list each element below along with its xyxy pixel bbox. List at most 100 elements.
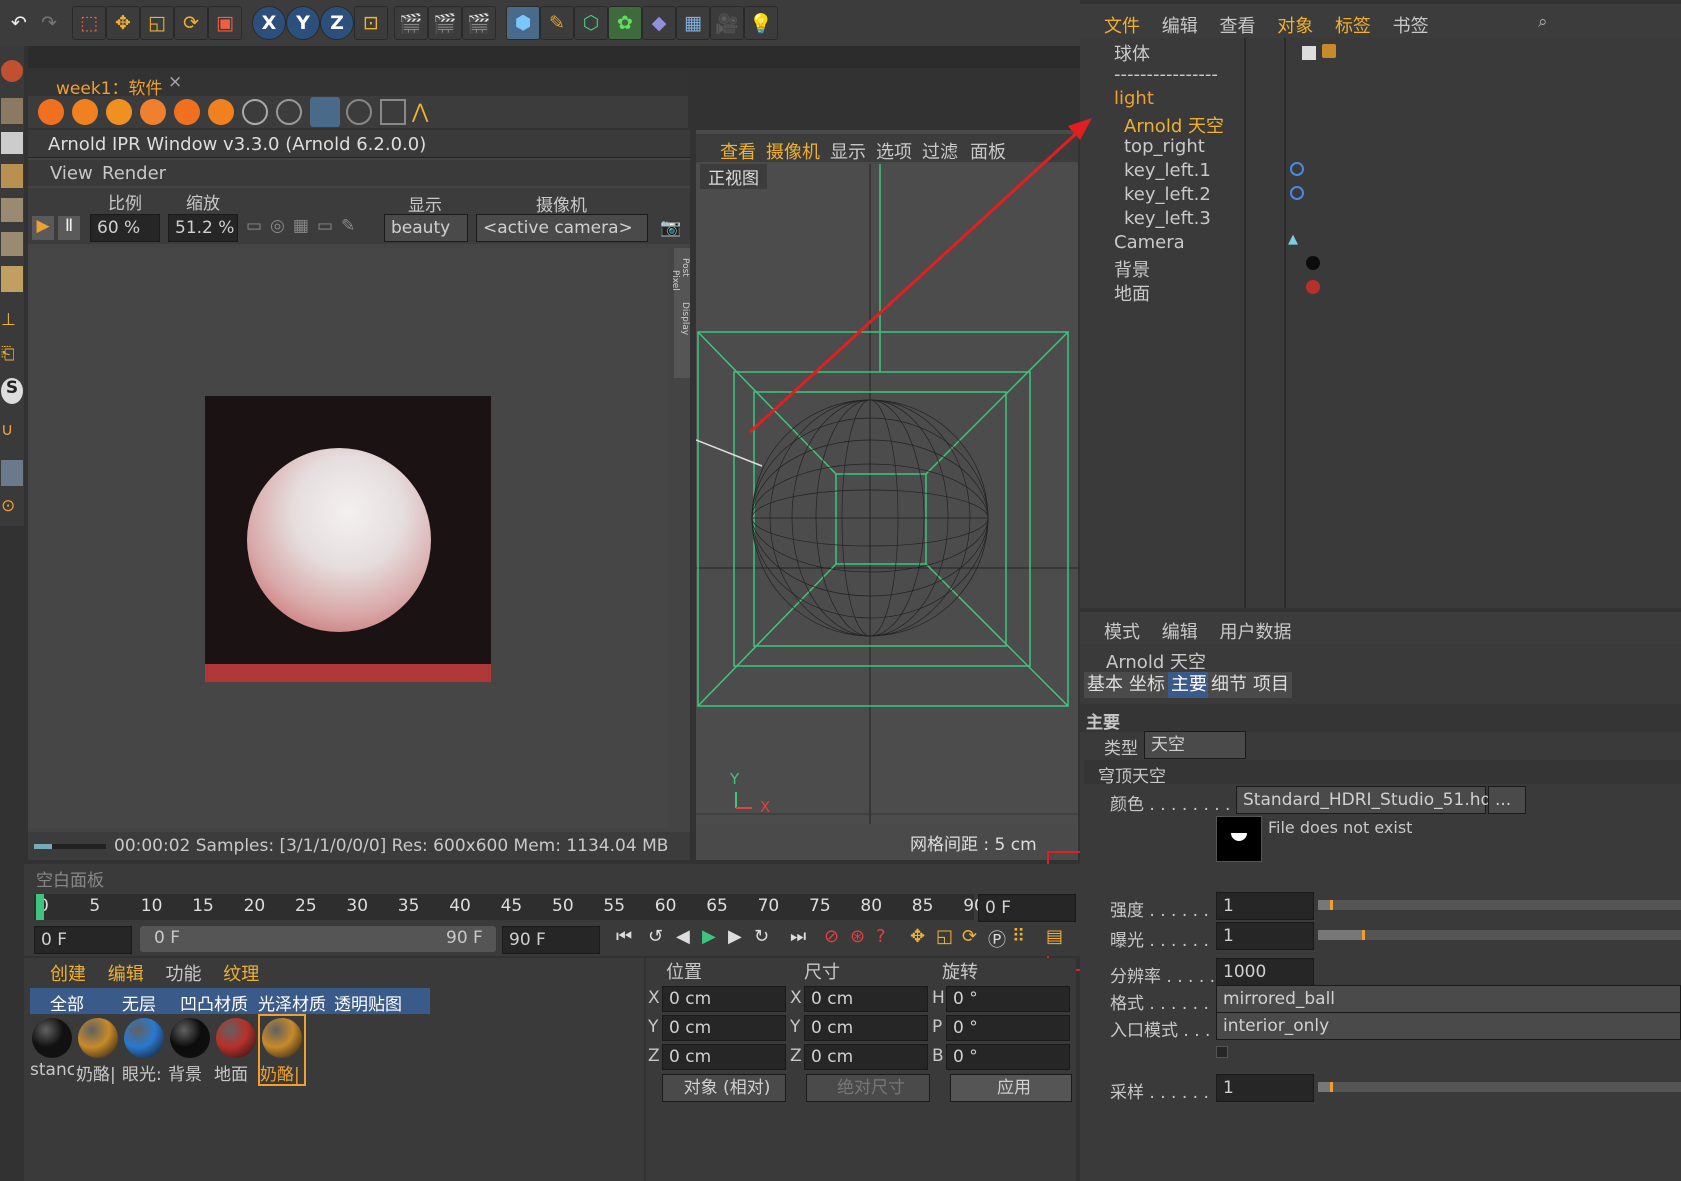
- type-select[interactable]: 天空: [1144, 731, 1246, 759]
- list-item[interactable]: ----------------: [1080, 64, 1580, 89]
- coord-field[interactable]: 0 cm: [804, 986, 928, 1012]
- timeline-window-icon[interactable]: ▤: [1046, 926, 1063, 947]
- subsection-title[interactable]: 穹顶天空: [1098, 762, 1166, 787]
- wire-icon[interactable]: [242, 99, 268, 125]
- sphere-flat-icon[interactable]: [174, 99, 200, 125]
- tweak-icon[interactable]: ⎗: [1, 344, 23, 370]
- sphere-lines-icon[interactable]: [140, 99, 166, 125]
- om-menu-tags[interactable]: 标签: [1335, 16, 1371, 37]
- param-key-icon[interactable]: Ⓟ: [988, 926, 1006, 952]
- coord-field[interactable]: 0 °: [946, 1015, 1070, 1041]
- coord-field[interactable]: 0 cm: [662, 1015, 786, 1041]
- scale-field[interactable]: 60 %: [90, 214, 160, 242]
- play-icon[interactable]: ▶: [702, 926, 716, 947]
- attr-menu-edit[interactable]: 编辑: [1162, 622, 1198, 643]
- side-tab-pixel[interactable]: Pixel: [670, 270, 680, 291]
- playhead[interactable]: [36, 894, 44, 920]
- material-swatch[interactable]: 奶酪|: [258, 1014, 306, 1086]
- sphere-gouraud-icon[interactable]: [106, 99, 132, 125]
- filter-bump[interactable]: 凹凸材质: [180, 990, 248, 1015]
- move-icon[interactable]: ✥: [106, 6, 140, 40]
- isoparm-icon[interactable]: [276, 99, 302, 125]
- viewport-menu-display[interactable]: 显示: [830, 138, 866, 164]
- coord-field[interactable]: 0 cm: [662, 1044, 786, 1070]
- render-picture-icon[interactable]: 🎬: [428, 6, 462, 40]
- box-wire-icon[interactable]: [310, 97, 340, 127]
- snap-icon[interactable]: S: [1, 378, 23, 404]
- om-menu-object[interactable]: 对象: [1277, 16, 1313, 37]
- browse-button[interactable]: ...: [1488, 786, 1526, 814]
- z-axis-button[interactable]: Z: [320, 6, 354, 40]
- list-item[interactable]: key_left.3: [1080, 208, 1580, 233]
- sphere-shaded-icon[interactable]: [38, 99, 64, 125]
- material-swatch[interactable]: 地面: [214, 1016, 258, 1085]
- points-mode-icon[interactable]: ⋀: [412, 99, 438, 125]
- select-icon[interactable]: ⬚: [72, 6, 106, 40]
- portal-select[interactable]: interior_only: [1216, 1012, 1681, 1040]
- om-menu-file[interactable]: 文件: [1104, 16, 1140, 37]
- render-settings-icon[interactable]: 🎬: [462, 6, 496, 40]
- samples-slider[interactable]: [1318, 1082, 1681, 1092]
- mat-menu-create[interactable]: 创建: [50, 964, 86, 985]
- coord-field[interactable]: 0 cm: [804, 1044, 928, 1070]
- start-frame-field[interactable]: 0 F: [34, 926, 132, 954]
- skeleton-icon[interactable]: [346, 99, 372, 125]
- workplane-icon[interactable]: [1, 460, 23, 486]
- record-icon[interactable]: ⊘: [824, 926, 839, 947]
- tab-main[interactable]: 主要: [1168, 672, 1210, 698]
- filter-gloss[interactable]: 光泽材质: [258, 990, 326, 1015]
- display-icons[interactable]: ▭◎▦▭✎: [246, 216, 374, 240]
- cloner-icon[interactable]: ✿: [608, 6, 642, 40]
- display-select[interactable]: beauty: [384, 214, 468, 242]
- subdivide-icon[interactable]: ⬡: [574, 6, 608, 40]
- size-mode-select[interactable]: 绝对尺寸: [806, 1074, 930, 1102]
- camera-icon[interactable]: 🎥: [710, 6, 744, 40]
- close-icon[interactable]: ×: [168, 72, 182, 92]
- redo-icon[interactable]: ↷: [32, 6, 66, 40]
- magnet-icon[interactable]: ∪: [1, 420, 23, 446]
- viewport-menu-camera[interactable]: 摄像机: [766, 138, 820, 164]
- render-view-icon[interactable]: 🎬: [394, 6, 428, 40]
- go-end-icon[interactable]: ⏭: [790, 926, 806, 947]
- light-icon[interactable]: 💡: [744, 6, 778, 40]
- scale-icon[interactable]: ◱: [140, 6, 174, 40]
- filter-nolayer[interactable]: 无层: [122, 990, 156, 1015]
- sphere-quick-icon[interactable]: [72, 99, 98, 125]
- pause-button[interactable]: Ⅱ: [58, 216, 80, 240]
- list-item[interactable]: key_left.1: [1080, 160, 1580, 185]
- current-frame-field[interactable]: 0 F: [978, 894, 1076, 922]
- samples-field[interactable]: 1: [1216, 1074, 1314, 1102]
- list-item[interactable]: 地面: [1080, 280, 1580, 305]
- viewport-menu-filter[interactable]: 过滤: [922, 138, 958, 164]
- tab-coord[interactable]: 坐标: [1126, 672, 1168, 698]
- list-item[interactable]: Camera: [1080, 232, 1580, 257]
- lock-plane-icon[interactable]: ⊙: [1, 496, 23, 522]
- x-axis-button[interactable]: X: [252, 6, 286, 40]
- attr-menu-mode[interactable]: 模式: [1104, 622, 1140, 643]
- coord-field[interactable]: 0 °: [946, 1044, 1070, 1070]
- recent-icon[interactable]: ▣: [208, 6, 242, 40]
- material-swatch[interactable]: 奶酪|: [76, 1016, 120, 1085]
- pla-key-icon[interactable]: ⠿: [1012, 926, 1025, 947]
- points-icon[interactable]: [1, 164, 23, 188]
- play-button[interactable]: ▶: [32, 216, 54, 240]
- world-coord-icon[interactable]: ⊡: [354, 6, 388, 40]
- rotate-key-icon[interactable]: ⟳: [962, 926, 977, 947]
- end-frame-field[interactable]: 90 F: [502, 926, 600, 954]
- coord-field[interactable]: 0 °: [946, 986, 1070, 1012]
- viewport-menu-view[interactable]: 查看: [720, 138, 756, 164]
- list-item[interactable]: Arnold 天空: [1080, 112, 1580, 137]
- hexagon-icon[interactable]: [380, 99, 406, 125]
- material-swatch[interactable]: 眼光:: [122, 1016, 166, 1085]
- rotate-icon[interactable]: ⟳: [174, 6, 208, 40]
- om-menu-edit[interactable]: 编辑: [1162, 16, 1198, 37]
- color-file-field[interactable]: Standard_HDRI_Studio_51.hd: [1236, 786, 1491, 814]
- range-slider[interactable]: 0 F 90 F: [140, 926, 496, 952]
- axis-icon[interactable]: ⊥: [1, 310, 23, 336]
- timeline-ruler[interactable]: 051015202530354045505560657075808590: [34, 894, 985, 920]
- material-swatch[interactable]: stanc: [30, 1016, 74, 1084]
- texture-mode-icon[interactable]: [1, 266, 23, 292]
- om-menu-view[interactable]: 查看: [1219, 16, 1255, 37]
- tab-project[interactable]: 项目: [1250, 672, 1292, 698]
- coord-field[interactable]: 0 cm: [804, 1015, 928, 1041]
